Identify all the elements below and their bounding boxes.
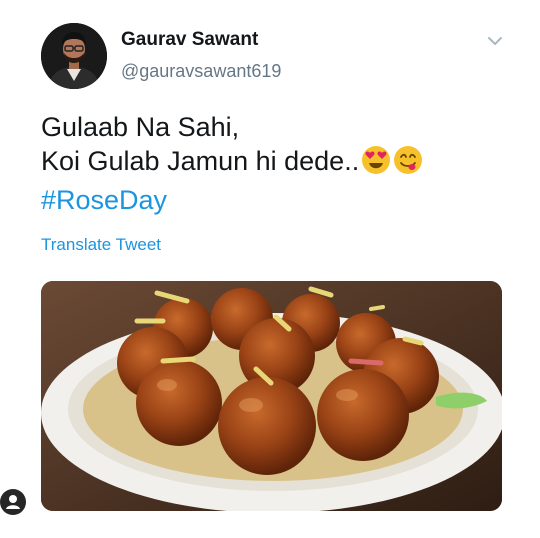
hashtag-link[interactable]: #RoseDay [41, 183, 423, 217]
tweet-text-line-1: Gulaab Na Sahi, [41, 112, 240, 142]
yum-emoji-icon [393, 145, 423, 183]
heart-eyes-emoji-icon [361, 145, 391, 183]
avatar[interactable] [41, 23, 107, 89]
tweet-text-line-2: Koi Gulab Jamun hi dede.. [41, 144, 423, 183]
chevron-down-icon[interactable] [486, 32, 504, 50]
tweet-text-line-2-text: Koi Gulab Jamun hi dede.. [41, 146, 360, 176]
profile-icon[interactable] [0, 489, 26, 515]
tweet-photo[interactable] [41, 281, 502, 511]
user-handle[interactable]: @gauravsawant619 [121, 61, 281, 82]
tweet-text: Gulaab Na Sahi, Koi Gulab Jamun hi dede.… [41, 110, 423, 217]
display-name[interactable]: Gaurav Sawant [121, 29, 258, 51]
translate-tweet-link[interactable]: Translate Tweet [41, 235, 161, 255]
tweet-card: Gaurav Sawant @gauravsawant619 Gulaab Na… [12, 12, 528, 526]
